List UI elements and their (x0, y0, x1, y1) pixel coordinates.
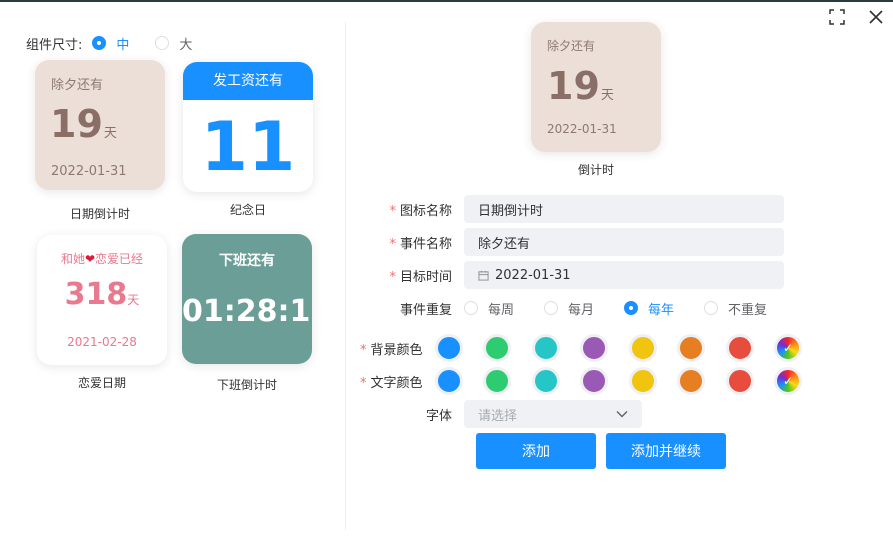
target-time-value: 2022-01-31 (495, 267, 571, 283)
text-color-swatch-green[interactable] (483, 367, 512, 395)
size-option-label: 大 (179, 37, 193, 53)
widget-caption: 恋爱日期 (77, 376, 126, 390)
calendar-icon (478, 270, 489, 281)
preview-number: 19天 (547, 64, 614, 108)
bg-color-swatch-red[interactable] (725, 334, 754, 362)
event-name-label: * 事件名称 (389, 236, 452, 252)
repeat-radio-group: 每周 每月 每年 不重复 (464, 299, 784, 318)
form-row-target-time: * 目标时间 2022-01-31 (360, 261, 800, 289)
radio-icon (704, 301, 718, 315)
size-option-large[interactable]: 大 (155, 34, 192, 53)
chevron-down-icon (616, 411, 628, 418)
preview-date: 2022-01-31 (547, 122, 617, 136)
form-row-text-color: * 文字颜色 (360, 367, 803, 395)
form-row-icon-name: * 图标名称 日期倒计时 (360, 195, 800, 223)
widget-title: 除夕还有 (51, 78, 104, 93)
bg-color-swatch-blue[interactable] (434, 334, 463, 362)
icon-name-input[interactable]: 日期倒计时 (464, 195, 784, 223)
close-icon[interactable] (867, 8, 885, 26)
widget-number: 19天 (50, 102, 117, 146)
radio-icon (92, 36, 107, 50)
bg-color-swatch-yellow[interactable] (628, 334, 657, 362)
form-row-bg-color: * 背景颜色 (360, 334, 803, 362)
widget-date-countdown[interactable]: 除夕还有 19天 2022-01-31 (35, 60, 165, 190)
radio-icon (624, 301, 638, 315)
radio-icon (155, 36, 170, 50)
text-color-label: * 文字颜色 (360, 375, 423, 391)
form-row-font: 字体 请选择 (360, 400, 800, 428)
widget-offwork-countdown[interactable]: 下班还有 01:28:18 (182, 234, 312, 364)
radio-icon (544, 301, 558, 315)
fullscreen-icon[interactable] (828, 8, 846, 26)
target-time-label: * 目标时间 (389, 269, 452, 285)
radio-icon (464, 301, 478, 315)
size-selector: 组件尺寸: 中 大 (26, 34, 218, 53)
add-and-continue-button[interactable]: 添加并继续 (606, 433, 726, 469)
bg-color-swatch-green[interactable] (483, 334, 512, 362)
repeat-option-weekly[interactable]: 每周 (464, 299, 544, 318)
widget-anniversary[interactable]: 发工资还有 11 (183, 62, 313, 192)
repeat-option-yearly[interactable]: 每年 (624, 299, 704, 318)
bg-color-swatch-orange[interactable] (677, 334, 706, 362)
widget-caption: 下班倒计时 (216, 378, 277, 392)
heart-icon: ❤ (84, 252, 96, 266)
window-top-border (0, 0, 893, 2)
widget-love-date[interactable]: 和她❤恋爱已经 318天 2021-02-28 (37, 235, 167, 365)
widget-number: 11 (200, 108, 296, 187)
widget-caption: 纪念日 (229, 203, 266, 217)
size-option-medium[interactable]: 中 (92, 34, 129, 53)
font-select[interactable]: 请选择 (464, 400, 642, 428)
panel-divider (345, 22, 346, 530)
form-row-event-name: * 事件名称 除夕还有 (360, 228, 800, 256)
text-color-swatch-blue[interactable] (434, 367, 463, 395)
widget-caption: 日期倒计时 (69, 207, 130, 221)
bg-color-swatch-teal[interactable] (531, 334, 560, 362)
text-color-swatch-yellow[interactable] (628, 367, 657, 395)
widget-title: 和她❤恋爱已经 (60, 252, 144, 266)
bg-color-custom-picker-icon[interactable] (774, 334, 803, 362)
icon-name-label: * 图标名称 (389, 203, 452, 219)
widget-title: 发工资还有 (183, 62, 313, 100)
widget-date: 2021-02-28 (67, 335, 137, 349)
widget-title: 下班还有 (219, 253, 275, 269)
widget-number: 318天 (64, 277, 140, 312)
bg-color-swatches (434, 334, 823, 362)
repeat-label: 事件重复 (399, 302, 452, 318)
text-color-swatch-orange[interactable] (677, 367, 706, 395)
text-color-swatch-purple[interactable] (580, 367, 609, 395)
form-row-repeat: 事件重复 每周 每月 每年 不重复 (360, 294, 800, 322)
target-time-picker[interactable]: 2022-01-31 (464, 261, 784, 289)
add-button[interactable]: 添加 (476, 433, 596, 469)
widget-time: 01:28:18 (182, 294, 312, 329)
text-color-swatch-teal[interactable] (531, 367, 560, 395)
bg-color-swatch-purple[interactable] (580, 334, 609, 362)
size-option-label: 中 (116, 37, 130, 53)
preview-title: 除夕还有 (547, 39, 596, 53)
text-color-swatches (434, 367, 823, 395)
size-selector-label: 组件尺寸: (26, 37, 83, 53)
widget-preview: 除夕还有 19天 2022-01-31 (531, 22, 661, 152)
text-color-swatch-red[interactable] (725, 367, 754, 395)
preview-caption: 倒计时 (577, 163, 614, 177)
bg-color-label: * 背景颜色 (360, 342, 423, 358)
widget-date: 2022-01-31 (51, 164, 127, 179)
repeat-option-monthly[interactable]: 每月 (544, 299, 624, 318)
repeat-option-none[interactable]: 不重复 (704, 299, 784, 318)
text-color-custom-picker-icon[interactable] (774, 367, 803, 395)
font-select-placeholder: 请选择 (478, 408, 518, 424)
font-label: 字体 (425, 408, 452, 424)
event-name-input[interactable]: 除夕还有 (464, 228, 784, 256)
